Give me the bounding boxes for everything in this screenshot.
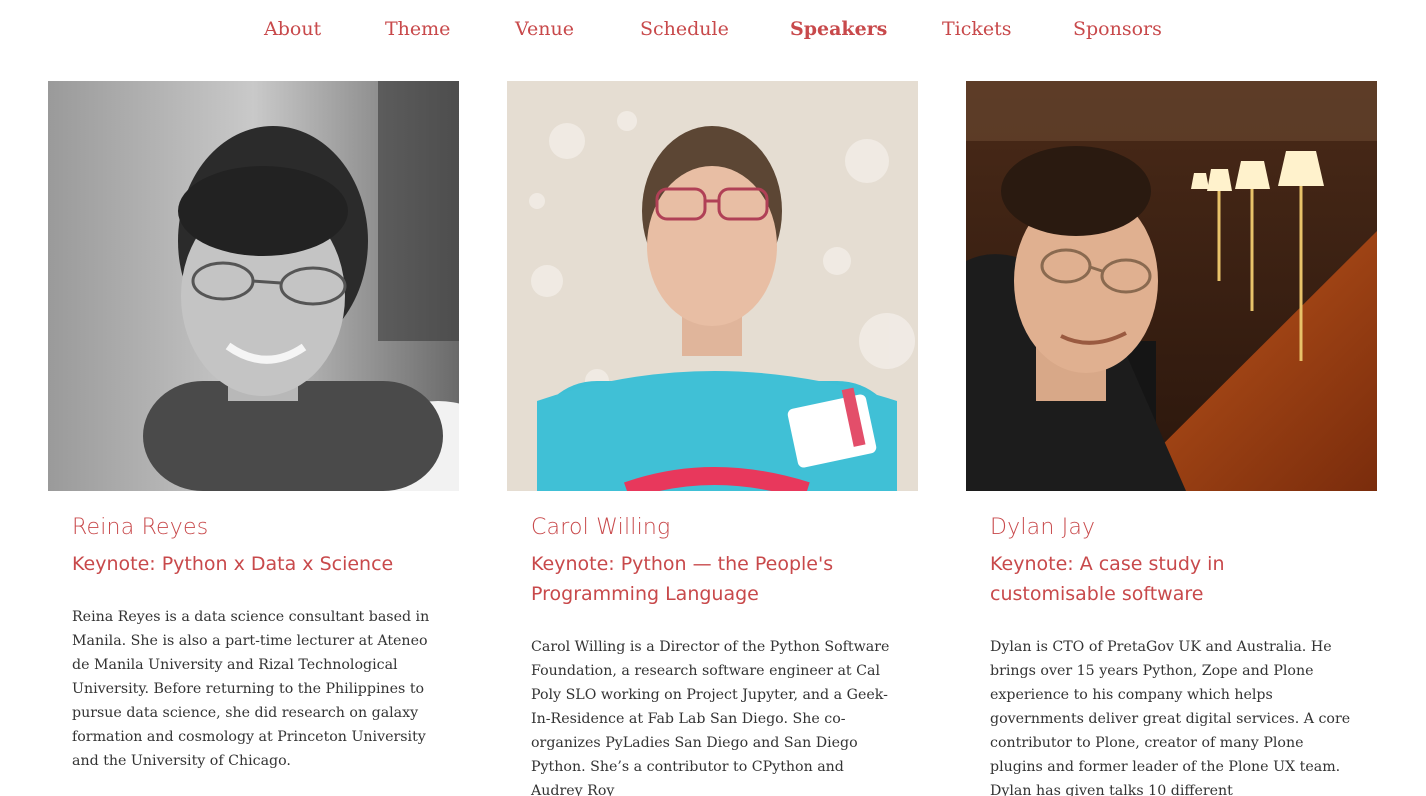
speaker-talk-title: Keynote: Python — the People's Programmi… xyxy=(531,553,834,605)
speaker-bio: Dylan is CTO of PretaGov UK and Australi… xyxy=(990,639,1351,796)
speaker-photo-reina-reyes xyxy=(48,81,459,491)
nav-schedule[interactable]: Schedule xyxy=(640,18,729,40)
nav-about[interactable]: About xyxy=(264,18,321,40)
speaker-photo-carol-willing xyxy=(507,81,918,491)
main-nav: About Theme Venue Schedule Speakers Tick… xyxy=(0,18,1426,48)
speaker-bio: Reina Reyes is a data science consultant… xyxy=(72,609,430,769)
nav-tickets[interactable]: Tickets xyxy=(942,18,1012,40)
speaker-card-carol-willing: Carol Willing Keynote: Python — the Peop… xyxy=(507,81,918,796)
nav-venue[interactable]: Venue xyxy=(515,18,574,40)
speaker-card-reina-reyes: Reina Reyes Keynote: Python x Data x Sci… xyxy=(48,81,459,769)
nav-theme[interactable]: Theme xyxy=(385,18,450,40)
speaker-talk-title: Keynote: A case study in customisable so… xyxy=(990,553,1225,605)
nav-sponsors[interactable]: Sponsors xyxy=(1073,18,1162,40)
nav-speakers[interactable]: Speakers xyxy=(790,18,887,40)
speaker-bio: Carol Willing is a Director of the Pytho… xyxy=(531,639,890,796)
speaker-name: Carol Willing xyxy=(531,515,671,540)
speaker-name: Dylan Jay xyxy=(990,515,1096,540)
speaker-name: Reina Reyes xyxy=(72,515,209,540)
speaker-talk-title: Keynote: Python x Data x Science xyxy=(72,553,394,575)
speaker-photo-dylan-jay xyxy=(966,81,1377,491)
speaker-card-dylan-jay: Dylan Jay Keynote: A case study in custo… xyxy=(966,81,1377,796)
